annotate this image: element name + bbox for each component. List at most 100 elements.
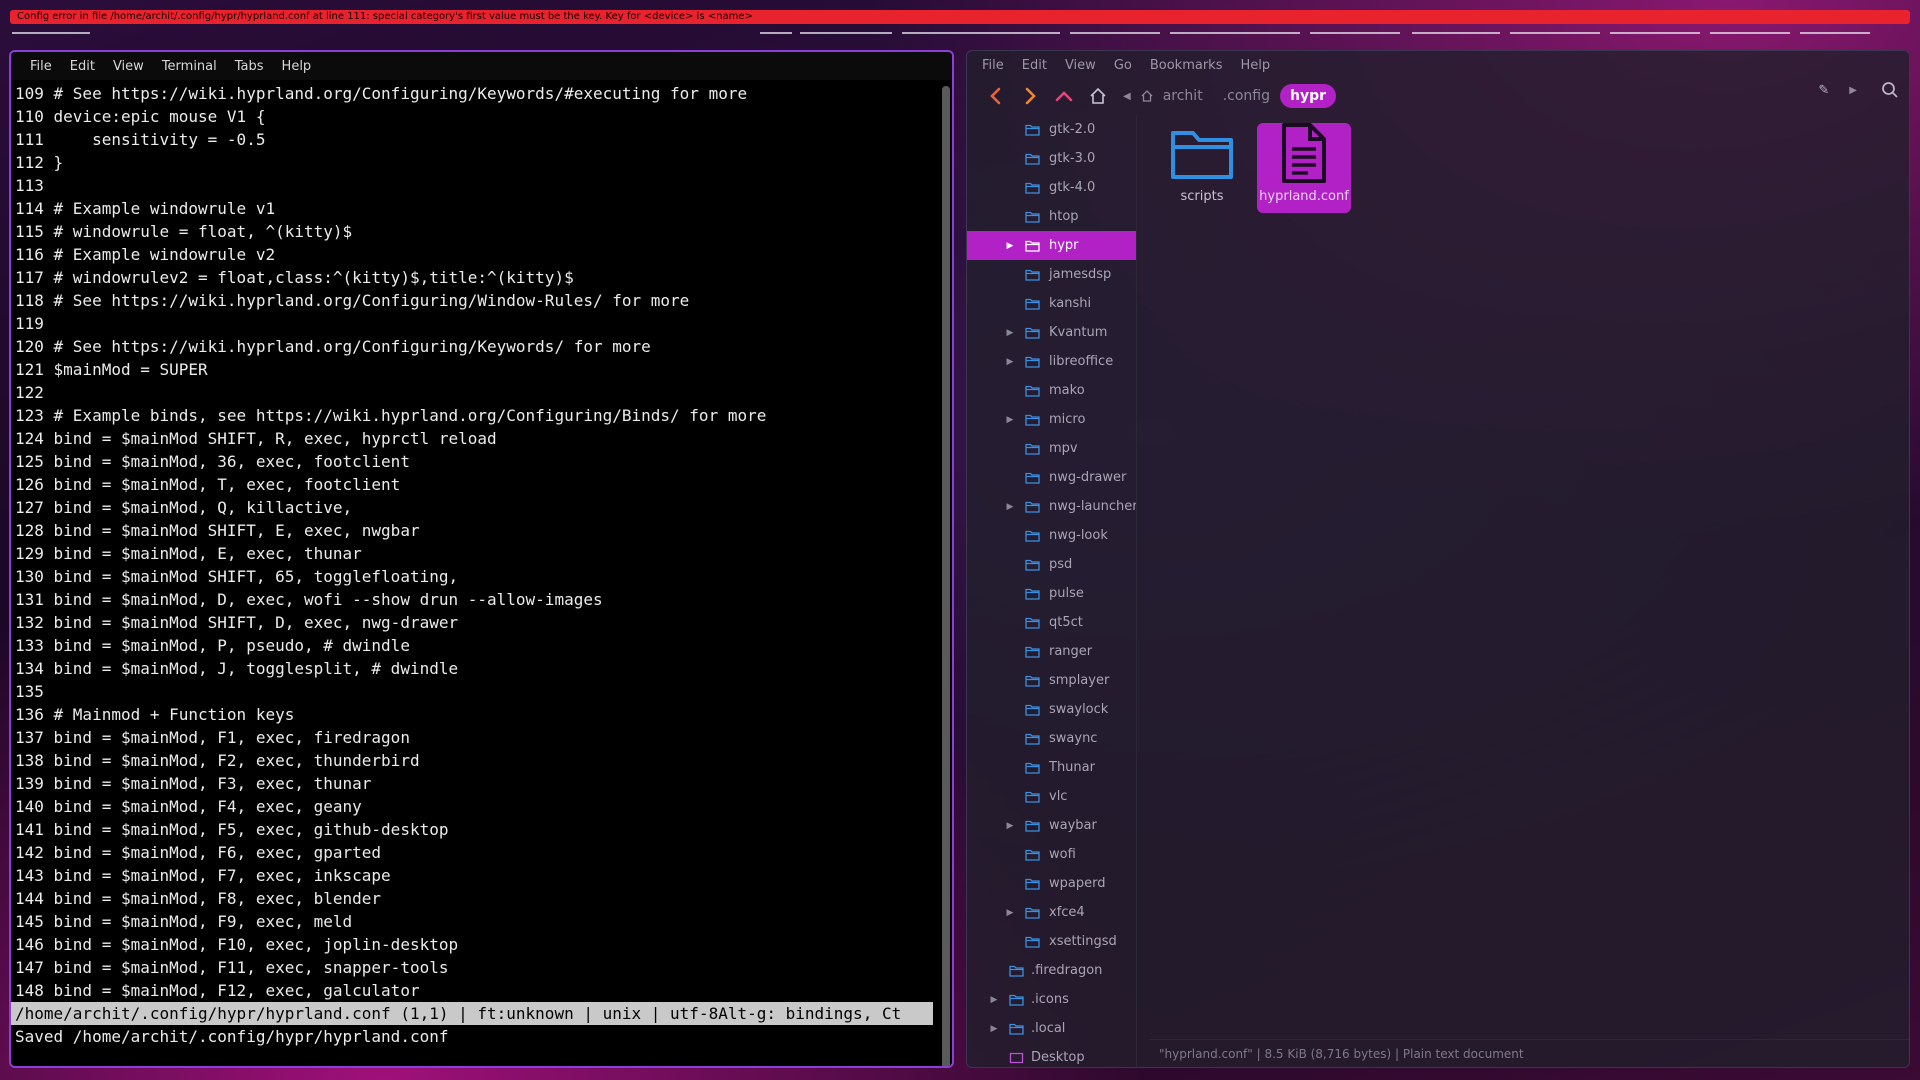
editor-lines: 109 # See https://wiki.hyprland.org/Conf… [11,82,938,1002]
tree-item[interactable]: ▶ .icons [967,985,1136,1014]
tree-item[interactable]: qt5ct [967,608,1136,637]
tree-item[interactable]: .firedragon [967,956,1136,985]
tree-item[interactable]: htop [967,202,1136,231]
editor-line: 118 # See https://wiki.hyprland.org/Conf… [15,291,690,310]
tree-item[interactable]: nwg-drawer [967,463,1136,492]
editor-line: 110 device:epic mouse V1 { [15,107,266,126]
folder-icon [1025,936,1040,948]
folder-icon [1025,820,1040,832]
tree-item-label: Desktop [1031,1050,1085,1065]
editor-line: 132 bind = $mainMod SHIFT, D, exec, nwg-… [15,613,459,632]
tree-item[interactable]: ▶ libreoffice [967,347,1136,376]
expand-arrow-icon[interactable]: ▶ [1005,415,1015,425]
tree-item[interactable]: Thunar [967,753,1136,782]
menu-view[interactable]: View [1056,58,1105,73]
menu-edit[interactable]: Edit [61,59,104,74]
tree-item-label: nwg-drawer [1049,470,1127,485]
up-button[interactable] [1047,81,1081,111]
tree-item[interactable]: swaync [967,724,1136,753]
tree-item[interactable]: gtk-2.0 [967,115,1136,144]
tree-item[interactable]: vlc [967,782,1136,811]
expand-arrow-icon[interactable]: ▶ [1005,241,1015,251]
folder-icon [1025,501,1040,513]
back-button[interactable] [979,81,1013,111]
tree-item[interactable]: mako [967,376,1136,405]
tree-item-label: swaync [1049,731,1098,746]
tree-item[interactable]: pulse [967,579,1136,608]
terminal-scrollbar-thumb[interactable] [942,86,950,1066]
search-icon[interactable] [1881,81,1899,99]
tree-item[interactable]: gtk-3.0 [967,144,1136,173]
breadcrumb-scroll-right-icon[interactable]: ▶ [1849,85,1857,96]
tree-item[interactable]: smplayer [967,666,1136,695]
file-name: scripts [1180,189,1224,204]
tree-item[interactable]: kanshi [967,289,1136,318]
folder-icon [1025,559,1040,571]
terminal-text-area[interactable]: 109 # See https://wiki.hyprland.org/Conf… [11,82,938,1066]
tree-item[interactable]: psd [967,550,1136,579]
breadcrumb-hypr[interactable]: hypr [1279,84,1337,108]
expand-arrow-icon[interactable]: ▶ [1005,908,1015,918]
tree-item[interactable]: ▶ micro [967,405,1136,434]
terminal-window[interactable]: File Edit View Terminal Tabs Help 109 # … [9,50,954,1068]
expand-arrow-icon[interactable]: ▶ [1005,328,1015,338]
top-bar-decoration [12,32,1870,34]
menu-edit[interactable]: Edit [1013,58,1056,73]
editor-line: 124 bind = $mainMod SHIFT, R, exec, hypr… [15,429,497,448]
tree-item[interactable]: ▶ Kvantum [967,318,1136,347]
tree-item-label: mako [1049,383,1085,398]
menu-view[interactable]: View [104,59,153,74]
breadcrumb-archit[interactable]: archit [1153,84,1213,108]
menu-help[interactable]: Help [1231,58,1279,73]
tree-item[interactable]: Desktop [967,1043,1136,1067]
tree-item[interactable]: swaylock [967,695,1136,724]
forward-button[interactable] [1013,81,1047,111]
tree-item[interactable]: ▶ .local [967,1014,1136,1043]
file-manager-window[interactable]: File Edit View Go Bookmarks Help ◀ archi… [966,50,1910,1068]
menu-go[interactable]: Go [1105,58,1141,73]
expand-arrow-icon[interactable]: ▶ [1005,357,1015,367]
file-item-scripts[interactable]: scripts [1155,123,1249,213]
editor-line: 144 bind = $mainMod, F8, exec, blender [15,889,382,908]
menu-terminal[interactable]: Terminal [153,59,226,74]
tree-item[interactable]: gtk-4.0 [967,173,1136,202]
menu-bookmarks[interactable]: Bookmarks [1141,58,1232,73]
tree-item[interactable]: wofi [967,840,1136,869]
tree-item[interactable]: jamesdsp [967,260,1136,289]
folder-icon [1025,124,1040,136]
expand-arrow-icon[interactable]: ▶ [1005,502,1015,512]
tree-item[interactable]: ranger [967,637,1136,666]
tree-item[interactable]: xsettingsd [967,927,1136,956]
tree-item[interactable]: nwg-look [967,521,1136,550]
file-view-pane[interactable]: scripts hyprland.conf [1139,115,1909,1039]
breadcrumb-config[interactable]: .config [1213,84,1280,108]
tree-item[interactable]: wpaperd [967,869,1136,898]
file-name: hyprland.conf [1259,189,1349,204]
edit-path-icon[interactable]: ✎ [1818,83,1829,98]
tree-item[interactable]: ▶ nwg-launchers [967,492,1136,521]
breadcrumb-scroll-left-icon[interactable]: ◀ [1123,91,1131,102]
tree-item-label: htop [1049,209,1079,224]
menu-tabs[interactable]: Tabs [226,59,273,74]
home-button[interactable] [1081,81,1115,111]
text-file-icon [1282,123,1326,183]
tree-item-label: nwg-launchers [1049,499,1137,514]
expand-arrow-icon[interactable]: ▶ [1005,821,1015,831]
tree-item[interactable]: mpv [967,434,1136,463]
editor-line: 140 bind = $mainMod, F4, exec, geany [15,797,362,816]
home-icon [1090,87,1106,104]
expand-arrow-icon[interactable]: ▶ [989,995,999,1005]
file-item-hyprland-conf[interactable]: hyprland.conf [1257,123,1351,213]
folder-tree-sidebar[interactable]: gtk-2.0 gtk-3.0 gtk-4.0 htop ▶ hypr jamesdsp ka… [967,115,1137,1067]
menu-file[interactable]: File [973,58,1013,73]
folder-icon [1025,472,1040,484]
menu-file[interactable]: File [21,59,61,74]
expand-arrow-icon[interactable]: ▶ [989,1024,999,1034]
menu-help[interactable]: Help [273,59,321,74]
tree-item[interactable]: ▶ hypr [967,231,1136,260]
folder-icon [1009,1023,1024,1035]
tree-item[interactable]: ▶ xfce4 [967,898,1136,927]
tree-item[interactable]: ▶ waybar [967,811,1136,840]
tree-item-label: .icons [1031,992,1069,1007]
terminal-scrollbar[interactable] [942,86,950,1066]
